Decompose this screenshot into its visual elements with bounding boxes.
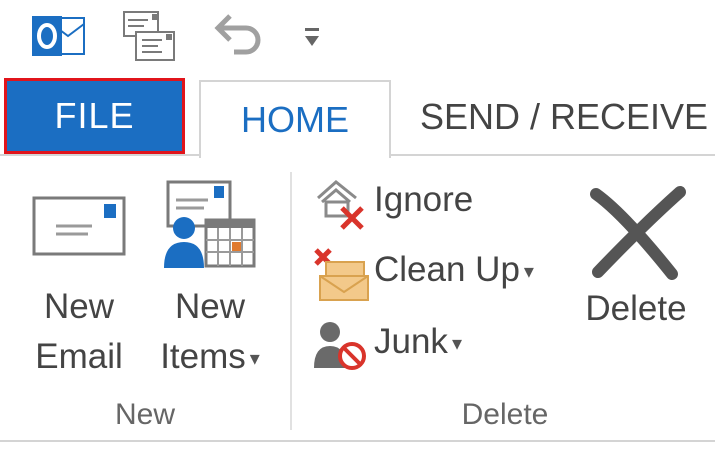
junk-button[interactable]: Junk ▾ <box>310 316 570 376</box>
clean-up-button[interactable]: Clean Up ▾ <box>310 244 570 304</box>
tab-send-receive-label: SEND / RECEIVE <box>420 96 709 137</box>
tab-file-label: FILE <box>54 95 135 136</box>
tab-send-receive[interactable]: SEND / RECEIVE <box>420 80 715 154</box>
delete-icon <box>590 186 686 280</box>
group-label-delete: Delete <box>461 398 549 431</box>
group-label-new: New <box>114 398 175 431</box>
undo-icon[interactable] <box>214 12 264 58</box>
junk-text: Junk <box>374 322 448 361</box>
send-receive-all-folders-icon[interactable] <box>122 8 178 64</box>
clean-up-label: Clean Up ▾ <box>374 250 534 290</box>
new-items-label-line2: Items ▾ <box>148 332 272 384</box>
junk-label: Junk ▾ <box>374 322 462 362</box>
new-items-label-text: Items <box>160 337 246 376</box>
tab-file[interactable]: FILE <box>4 78 185 154</box>
delete-label: Delete <box>585 289 687 328</box>
new-items-icon <box>164 180 256 268</box>
customize-quick-access-icon[interactable] <box>302 26 322 50</box>
ribbon-bottom-border <box>0 440 715 442</box>
new-items-label-line1: New <box>174 287 246 326</box>
new-email-button[interactable]: New Email <box>20 188 138 388</box>
new-email-label-line1: New <box>43 287 115 326</box>
new-items-caret: ▾ <box>249 347 260 370</box>
new-items-button[interactable]: New Items ▾ <box>148 178 272 388</box>
clean-up-caret: ▾ <box>523 261 534 284</box>
junk-icon <box>314 322 366 370</box>
ignore-label: Ignore <box>374 180 474 219</box>
clean-up-text: Clean Up <box>374 250 520 289</box>
new-email-icon <box>32 196 126 256</box>
junk-caret: ▾ <box>451 333 462 356</box>
ignore-icon <box>317 180 364 230</box>
group-separator <box>290 172 292 430</box>
outlook-icon <box>32 16 85 56</box>
delete-button[interactable]: Delete <box>574 180 698 340</box>
quick-access-toolbar <box>0 0 715 76</box>
clean-up-icon <box>314 248 369 301</box>
tab-home[interactable]: HOME <box>199 80 391 158</box>
ignore-button[interactable]: Ignore <box>310 174 570 234</box>
new-email-label-line2: Email <box>35 337 123 376</box>
tab-home-label: HOME <box>241 99 349 140</box>
